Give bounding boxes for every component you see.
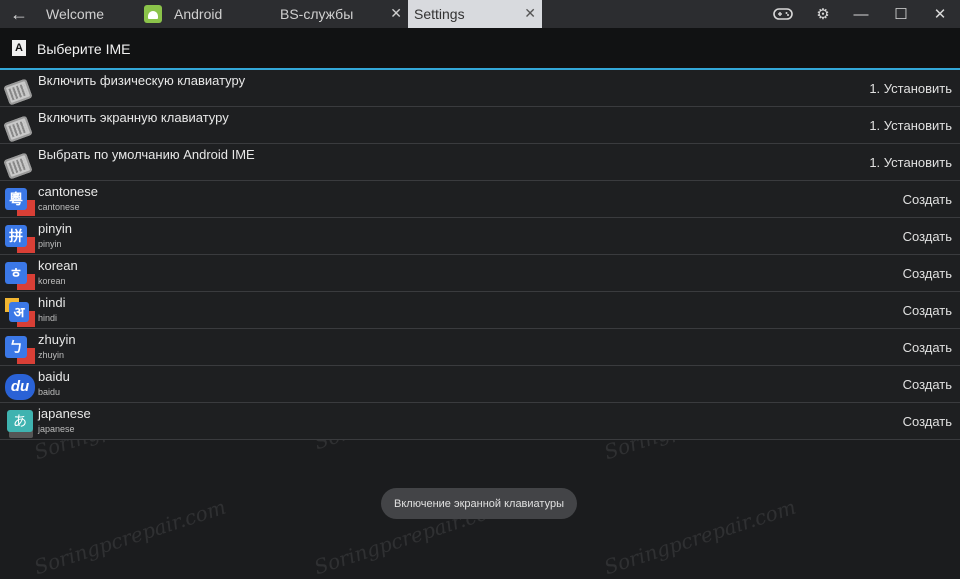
baidu-ime-icon: du — [3, 370, 35, 400]
item-title: cantonese — [38, 184, 98, 199]
android-icon — [144, 5, 162, 23]
list-item[interactable]: ㅎ korean korean Создать — [0, 255, 960, 292]
install-button[interactable]: 1. Установить — [869, 81, 952, 96]
toast-message: Включение экранной клавиатуры — [381, 488, 577, 519]
item-subtitle: zhuyin — [38, 350, 65, 360]
hindi-ime-icon: अ — [3, 296, 35, 327]
watermark: Soringpcrepair.com — [601, 494, 799, 579]
item-subtitle: baidu — [38, 387, 61, 397]
install-button[interactable]: 1. Установить — [869, 155, 952, 170]
create-button[interactable]: Создать — [903, 303, 952, 318]
list-item[interactable]: ㄅ zhuyin zhuyin Создать — [0, 329, 960, 366]
list-item[interactable]: Включить экранную клавиатуру 1. Установи… — [0, 107, 960, 144]
tab-welcome[interactable]: Welcome — [38, 0, 138, 28]
list-item[interactable]: Включить физическую клавиатуру 1. Устано… — [0, 70, 960, 107]
item-title: Выбрать по умолчанию Android IME — [38, 147, 255, 162]
gear-icon[interactable]: ⚙ — [808, 0, 838, 28]
gamepad-icon[interactable] — [768, 0, 798, 28]
tab-bs-services[interactable]: BS-службы ✕ — [270, 0, 408, 28]
list-item[interactable]: 粵 cantonese cantonese Создать — [0, 181, 960, 218]
maximize-icon[interactable]: ☐ — [886, 0, 916, 28]
keyboard-icon — [3, 111, 33, 143]
japanese-ime-icon: あ — [3, 407, 33, 438]
list-item[interactable]: अ hindi hindi Создать — [0, 292, 960, 329]
list-item[interactable]: Выбрать по умолчанию Android IME 1. Уста… — [0, 144, 960, 181]
keyboard-icon — [3, 148, 33, 180]
page-title: Выберите IME — [37, 41, 131, 57]
item-subtitle: hindi — [38, 313, 58, 323]
item-title: korean — [38, 258, 78, 273]
item-subtitle: cantonese — [38, 202, 80, 212]
item-title: Включить физическую клавиатуру — [38, 73, 246, 88]
create-button[interactable]: Создать — [903, 340, 952, 355]
item-subtitle: korean — [38, 276, 66, 286]
pinyin-ime-icon: 拼 — [3, 222, 35, 253]
tab-label: BS-службы — [280, 6, 354, 22]
create-button[interactable]: Создать — [903, 377, 952, 392]
list-item[interactable]: あ japanese japanese Создать — [0, 403, 960, 440]
list-item[interactable]: 拼 pinyin pinyin Создать — [0, 218, 960, 255]
close-tab-icon[interactable]: ✕ — [390, 5, 402, 22]
item-subtitle: pinyin — [38, 239, 62, 249]
action-bar: A Выберите IME — [0, 28, 960, 68]
create-button[interactable]: Создать — [903, 229, 952, 244]
item-subtitle: japanese — [38, 424, 75, 434]
zhuyin-ime-icon: ㄅ — [3, 333, 35, 364]
korean-ime-icon: ㅎ — [3, 259, 35, 290]
title-bar: ← Welcome Android BS-службы ✕ Settings ✕… — [0, 0, 960, 28]
install-button[interactable]: 1. Установить — [869, 118, 952, 133]
tab-label: Android — [174, 6, 223, 22]
item-title: hindi — [38, 295, 66, 310]
ime-list: Включить физическую клавиатуру 1. Устано… — [0, 70, 960, 440]
watermark: Soringpcrepair.com — [31, 494, 229, 579]
close-tab-icon[interactable]: ✕ — [524, 5, 536, 22]
list-item[interactable]: du baidu baidu Создать — [0, 366, 960, 403]
item-title: zhuyin — [38, 332, 76, 347]
tab-label: Welcome — [46, 6, 105, 22]
create-button[interactable]: Создать — [903, 414, 952, 429]
item-title: baidu — [38, 369, 70, 384]
keyboard-icon — [3, 74, 33, 106]
cantonese-ime-icon: 粵 — [3, 185, 35, 216]
create-button[interactable]: Создать — [903, 192, 952, 207]
tab-settings[interactable]: Settings ✕ — [408, 0, 542, 28]
item-title: pinyin — [38, 221, 72, 236]
back-arrow-icon[interactable]: ← — [0, 0, 38, 28]
ime-app-icon: A — [12, 40, 26, 56]
create-button[interactable]: Создать — [903, 266, 952, 281]
item-title: japanese — [38, 406, 91, 421]
item-title: Включить экранную клавиатуру — [38, 110, 229, 125]
tab-android[interactable]: Android — [138, 0, 270, 28]
minimize-icon[interactable]: — — [846, 0, 876, 28]
close-window-icon[interactable]: ✕ — [925, 0, 955, 28]
tab-label: Settings — [414, 6, 465, 22]
